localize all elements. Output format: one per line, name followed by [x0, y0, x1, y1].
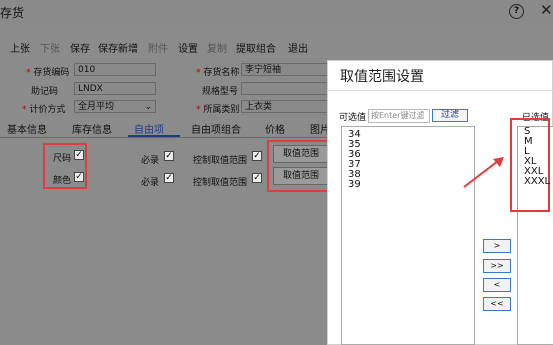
free-item-name: 颜色 — [53, 176, 72, 186]
code-field[interactable]: 010 — [74, 63, 156, 76]
toolbar-copy-button[interactable]: 复制 — [207, 40, 227, 55]
toolbar-attachment-button[interactable]: 附件 — [148, 40, 168, 55]
toolbar-extract-combo-button[interactable]: 提取组合 — [236, 40, 276, 55]
required-checkbox[interactable]: ✓ — [164, 151, 174, 161]
mnemonic-label: 助记码 — [31, 87, 59, 97]
move-left-button[interactable]: < — [483, 278, 511, 292]
spec-label: 规格型号 — [202, 87, 239, 97]
range-button[interactable]: 取值范围 — [273, 145, 329, 163]
free-item-checkbox[interactable]: ✓ — [74, 150, 84, 160]
control-range-label: 控制取值范围 — [193, 156, 248, 166]
toolbar-save-new-button[interactable]: 保存新增 — [98, 40, 138, 55]
window-title: 存货 — [0, 6, 25, 20]
tab-free-item-combo[interactable]: 自由项组合 — [191, 121, 241, 136]
filter-input[interactable]: 按Enter键过滤 — [368, 109, 430, 123]
dialog-title: 取值范围设置 — [340, 69, 424, 85]
name-field[interactable]: 李宁短袖 — [241, 63, 331, 76]
list-item[interactable]: 35 — [342, 140, 474, 150]
required-label: 必录 — [141, 178, 160, 188]
annotation-arrow-icon — [463, 157, 504, 188]
toolbar-save-button[interactable]: 保存 — [70, 40, 90, 55]
tab-free-items[interactable]: 自由项 — [134, 121, 164, 136]
title-bar — [0, 0, 553, 24]
close-icon[interactable]: ✕ — [540, 1, 553, 19]
tab-divider — [0, 137, 330, 138]
required-checkbox[interactable]: ✓ — [164, 173, 174, 183]
dialog-divider — [327, 90, 553, 91]
name-label: * 存货名称 — [196, 68, 240, 78]
help-icon[interactable]: ? — [509, 4, 524, 19]
free-item-name: 尺码 — [53, 154, 72, 164]
move-all-right-button[interactable]: >> — [483, 259, 511, 273]
available-values-label: 可选值 — [339, 113, 367, 123]
control-range-checkbox[interactable]: ✓ — [252, 173, 262, 183]
available-values-list[interactable]: 34 35 36 37 38 39 — [341, 126, 475, 345]
tab-price[interactable]: 价格 — [265, 121, 285, 136]
code-label: * 存货编码 — [26, 68, 70, 78]
mnemonic-field[interactable]: LNDX — [74, 82, 156, 95]
category-label: * 所属类别 — [196, 105, 240, 115]
list-item[interactable]: 38 — [342, 170, 474, 180]
list-item[interactable]: 37 — [342, 160, 474, 170]
move-right-button[interactable]: > — [483, 239, 511, 253]
chevron-down-icon: ⌄ — [144, 102, 152, 112]
control-range-checkbox[interactable]: ✓ — [252, 151, 262, 161]
toolbar-settings-button[interactable]: 设置 — [178, 40, 198, 55]
tab-basic-info[interactable]: 基本信息 — [7, 121, 47, 136]
list-item[interactable]: 39 — [342, 180, 474, 190]
range-button[interactable]: 取值范围 — [273, 167, 329, 185]
list-item[interactable]: XXXL — [524, 177, 550, 187]
list-item[interactable]: 36 — [342, 150, 474, 160]
valuation-select[interactable]: 全月平均 ⌄ — [74, 100, 156, 113]
valuation-label: * 计价方式 — [22, 105, 66, 115]
control-range-label: 控制取值范围 — [193, 178, 248, 188]
selected-items: S M L XL XXL XXXL — [524, 127, 550, 187]
category-field[interactable]: 上衣类 — [241, 100, 331, 113]
tab-inventory-info[interactable]: 库存信息 — [72, 121, 112, 136]
move-all-left-button[interactable]: << — [483, 297, 511, 311]
free-item-checkbox[interactable]: ✓ — [74, 172, 84, 182]
toolbar-next-button[interactable]: 下张 — [40, 40, 60, 55]
list-item[interactable]: 34 — [342, 130, 474, 140]
filter-button[interactable]: 过滤 — [432, 109, 468, 122]
spec-field[interactable] — [241, 82, 331, 95]
required-label: 必录 — [141, 156, 160, 166]
toolbar-prev-button[interactable]: 上张 — [10, 40, 30, 55]
toolbar-exit-button[interactable]: 退出 — [288, 40, 308, 55]
